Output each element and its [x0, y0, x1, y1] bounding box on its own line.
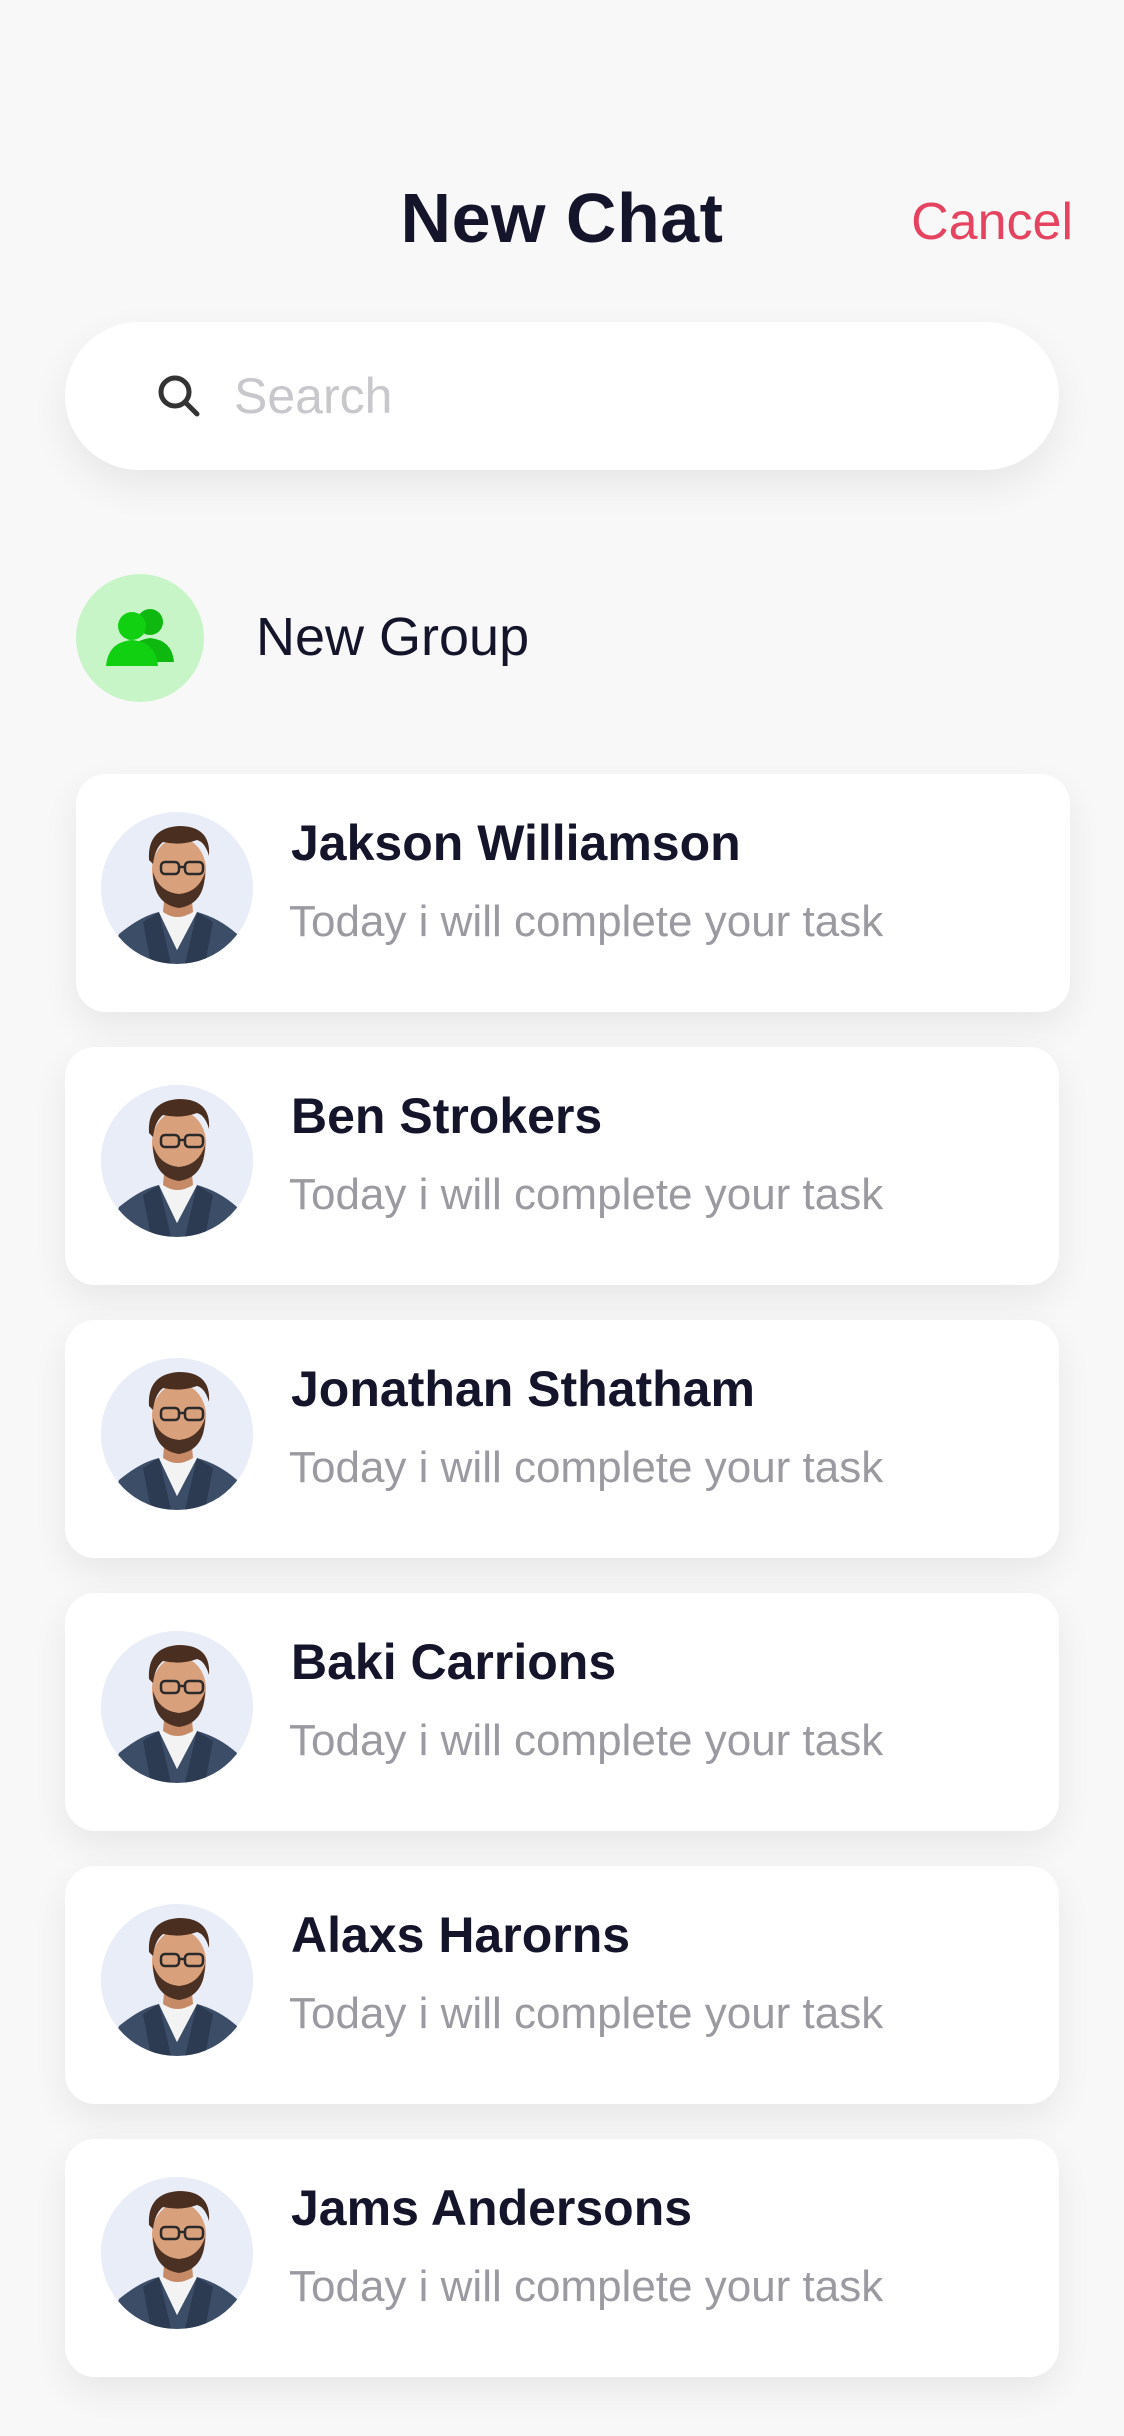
- contact-card[interactable]: Jams Andersons Today i will complete you…: [65, 2139, 1059, 2377]
- contact-name: Jams Andersons: [291, 2180, 693, 2236]
- contact-card[interactable]: Baki Carrions Today i will complete your…: [65, 1593, 1059, 1831]
- search-input[interactable]: [234, 352, 994, 440]
- contact-card[interactable]: Ben Strokers Today i will complete your …: [65, 1047, 1059, 1285]
- contact-name: Jonathan Sthatham: [291, 1361, 755, 1417]
- contact-message: Today i will complete your task: [289, 1443, 884, 1492]
- avatar: [101, 812, 253, 964]
- contact-name: Baki Carrions: [291, 1634, 617, 1690]
- contact-message: Today i will complete your task: [289, 1716, 884, 1765]
- avatar: [101, 1085, 253, 1237]
- header: New Chat Cancel: [0, 0, 1124, 300]
- contact-name: Jakson Williamson: [291, 815, 741, 871]
- avatar: [101, 1631, 253, 1783]
- new-group-icon-background: [76, 574, 204, 702]
- contact-message: Today i will complete your task: [289, 1170, 884, 1219]
- avatar: [101, 2177, 253, 2329]
- group-icon: [106, 609, 174, 666]
- avatar: [101, 1358, 253, 1510]
- contact-message: Today i will complete your task: [289, 897, 884, 946]
- avatar: [101, 1904, 253, 2056]
- contact-message: Today i will complete your task: [289, 2262, 884, 2311]
- new-group-label: New Group: [256, 607, 530, 667]
- contact-card[interactable]: Jonathan Sthatham Today i will complete …: [65, 1320, 1059, 1558]
- cancel-button[interactable]: Cancel: [911, 192, 1073, 252]
- contact-card[interactable]: Alaxs Harorns Today i will complete your…: [65, 1866, 1059, 2104]
- contact-name: Ben Strokers: [291, 1088, 603, 1144]
- contact-name: Alaxs Harorns: [291, 1907, 631, 1963]
- new-group-button[interactable]: New Group: [76, 574, 676, 702]
- contact-message: Today i will complete your task: [289, 1989, 884, 2038]
- search-icon: [158, 375, 200, 417]
- contact-card[interactable]: Jakson Williamson Today i will complete …: [76, 774, 1070, 1012]
